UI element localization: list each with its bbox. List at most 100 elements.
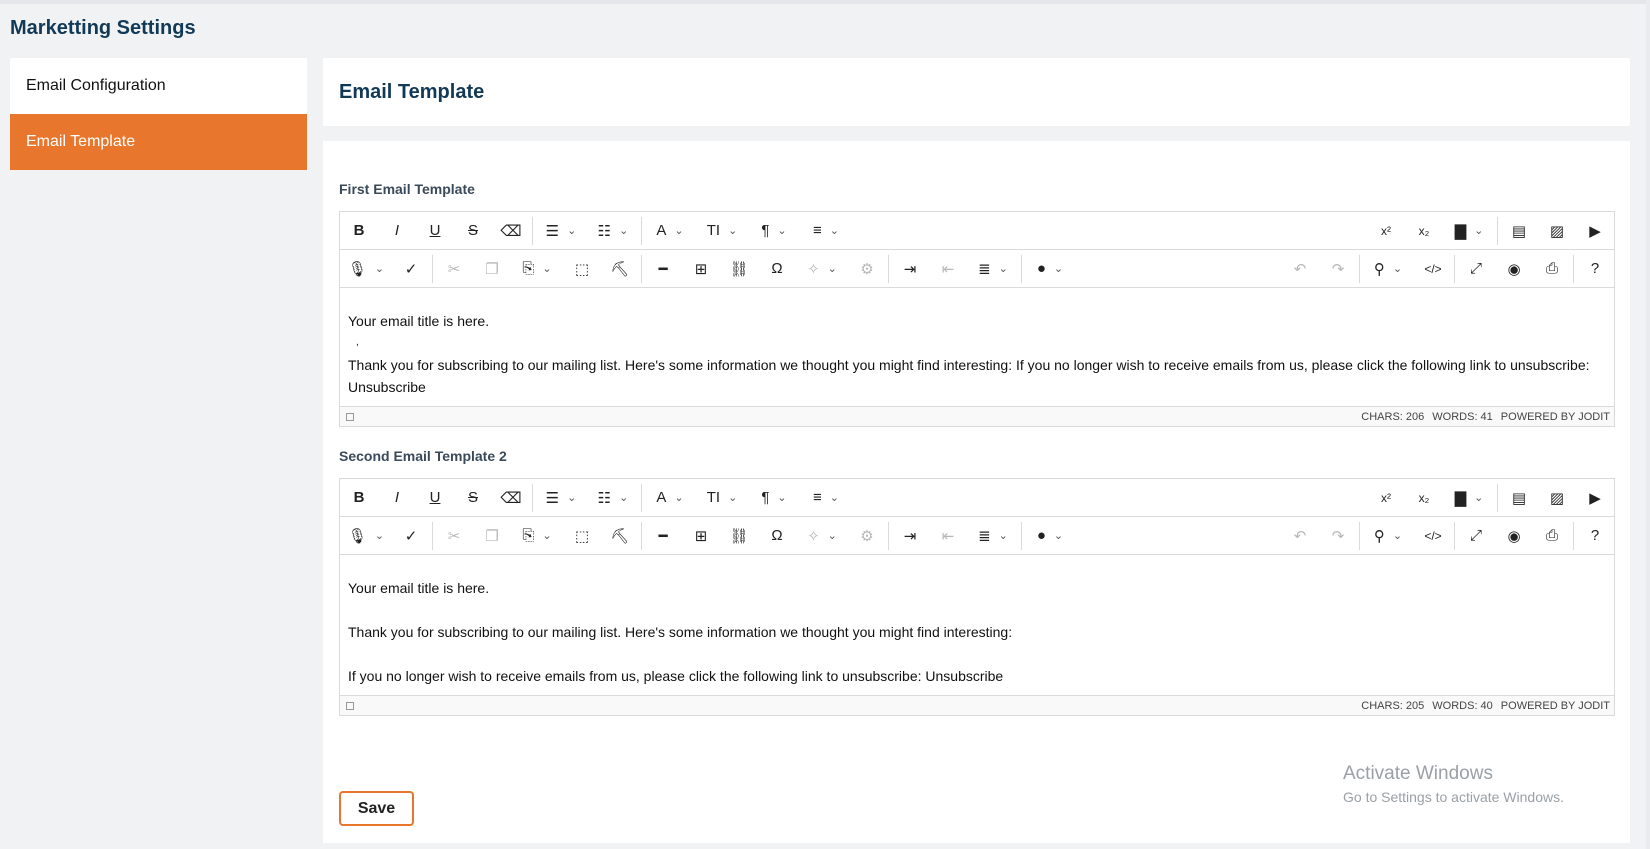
- video-button[interactable]: ▶: [1576, 481, 1614, 515]
- italic-button[interactable]: I: [378, 214, 416, 248]
- align-button[interactable]: ≣ ⌄: [967, 519, 1019, 553]
- horizontal-rule-button[interactable]: ━: [644, 519, 682, 553]
- microphone-icon: 🎙: [347, 260, 367, 278]
- paste-button[interactable]: ⎘ ⌄: [511, 519, 563, 553]
- outdent-button[interactable]: ⇤: [929, 519, 967, 553]
- italic-button[interactable]: I: [378, 481, 416, 515]
- help-button[interactable]: ?: [1576, 252, 1614, 286]
- preview-button[interactable]: ◉: [1495, 519, 1533, 553]
- outdent-button[interactable]: ⇤: [929, 252, 967, 286]
- file-button[interactable]: ▇ ⌄: [1443, 214, 1495, 248]
- powered-by-link[interactable]: POWERED BY JODIT: [1501, 700, 1610, 712]
- resize-grip-icon[interactable]: [346, 701, 354, 710]
- font-size-button[interactable]: TI ⌄: [696, 214, 748, 248]
- align-button[interactable]: ≣ ⌄: [967, 252, 1019, 286]
- special-char-button[interactable]: Ω: [758, 252, 796, 286]
- table-button[interactable]: ⊞: [682, 519, 720, 553]
- superscript-button[interactable]: x²: [1367, 214, 1405, 248]
- strikethrough-button[interactable]: S: [454, 214, 492, 248]
- editor-content[interactable]: Your email title is here., Thank you for …: [340, 288, 1614, 406]
- indent-button[interactable]: ⇥: [891, 252, 929, 286]
- select-all-button[interactable]: ⬚: [563, 519, 601, 553]
- line-height-button[interactable]: ≡ ⌄: [800, 214, 852, 248]
- watermark-line1: Activate Windows: [1343, 763, 1493, 784]
- powered-by-link[interactable]: POWERED BY JODIT: [1501, 411, 1610, 423]
- underline-button[interactable]: U: [416, 481, 454, 515]
- image-button[interactable]: ▨: [1538, 481, 1576, 515]
- redo-button[interactable]: ↷: [1319, 252, 1357, 286]
- preview-button[interactable]: ◉: [1495, 252, 1533, 286]
- numbered-list-button[interactable]: ☷ ⌄: [587, 481, 639, 515]
- ai-assistant-button[interactable]: ✧ ⌄: [796, 252, 848, 286]
- horizontal-rule-button[interactable]: ━: [644, 252, 682, 286]
- spellcheck-button[interactable]: ✓: [392, 519, 430, 553]
- fullscreen-button[interactable]: ⤢: [1457, 252, 1495, 286]
- chevron-down-icon: ⌄: [1474, 492, 1484, 504]
- paragraph-button[interactable]: ¶ ⌄: [748, 481, 800, 515]
- cut-button[interactable]: ✂: [435, 519, 473, 553]
- microphone-button[interactable]: 🎙 ⌄: [340, 519, 392, 553]
- table-button[interactable]: ⊞: [682, 252, 720, 286]
- ai-robot-button[interactable]: ⚙: [848, 519, 886, 553]
- select-all-button[interactable]: ⬚: [563, 252, 601, 286]
- copy-button[interactable]: ❐: [473, 519, 511, 553]
- line-height-button[interactable]: ≡ ⌄: [800, 481, 852, 515]
- color-button[interactable]: ● ⌄: [1024, 252, 1076, 286]
- superscript-button[interactable]: x²: [1367, 481, 1405, 515]
- indent-button[interactable]: ⇥: [891, 519, 929, 553]
- editor-content[interactable]: Your email title is here. Thank you for s…: [340, 555, 1614, 695]
- search-button[interactable]: ⚲ ⌄: [1362, 519, 1414, 553]
- copy-button[interactable]: ❐: [473, 252, 511, 286]
- source-code-button[interactable]: </>: [1414, 252, 1452, 286]
- numbered-list-button[interactable]: ☷ ⌄: [587, 214, 639, 248]
- bold-button[interactable]: B: [340, 214, 378, 248]
- font-size-button[interactable]: TI ⌄: [696, 481, 748, 515]
- subscript-button[interactable]: x₂: [1405, 481, 1443, 515]
- numbered-list-icon: ☷: [597, 489, 612, 507]
- font-button[interactable]: A ⌄: [644, 214, 696, 248]
- document-button[interactable]: ▤: [1500, 214, 1538, 248]
- bullet-list-button[interactable]: ☰ ⌄: [535, 214, 587, 248]
- strikethrough-button[interactable]: S: [454, 481, 492, 515]
- redo-button[interactable]: ↷: [1319, 519, 1357, 553]
- font-button[interactable]: A ⌄: [644, 481, 696, 515]
- source-code-button[interactable]: </>: [1414, 519, 1452, 553]
- underline-button[interactable]: U: [416, 214, 454, 248]
- save-button[interactable]: Save: [339, 791, 414, 826]
- sidebar-item-email-configuration[interactable]: Email Configuration: [10, 58, 307, 114]
- eraser-button[interactable]: ⌫: [492, 214, 530, 248]
- paragraph-button[interactable]: ¶ ⌄: [748, 214, 800, 248]
- microphone-button[interactable]: 🎙 ⌄: [340, 252, 392, 286]
- first-template-label: First Email Template: [339, 181, 475, 197]
- link-button[interactable]: ⛓: [720, 252, 758, 286]
- document-button[interactable]: ▤: [1500, 481, 1538, 515]
- ai-assistant-button[interactable]: ✧ ⌄: [796, 519, 848, 553]
- cut-button[interactable]: ✂: [435, 252, 473, 286]
- special-char-button[interactable]: Ω: [758, 519, 796, 553]
- line-height-icon: ≡: [813, 222, 822, 239]
- file-button[interactable]: ▇ ⌄: [1443, 481, 1495, 515]
- paste-button[interactable]: ⎘ ⌄: [511, 252, 563, 286]
- undo-button[interactable]: ↶: [1281, 252, 1319, 286]
- format-painter-button[interactable]: ⛏: [601, 519, 639, 553]
- bullet-list-button[interactable]: ☰ ⌄: [535, 481, 587, 515]
- page-scrollbar[interactable]: [1646, 0, 1650, 849]
- ai-robot-button[interactable]: ⚙: [848, 252, 886, 286]
- search-button[interactable]: ⚲ ⌄: [1362, 252, 1414, 286]
- sidebar-item-email-template[interactable]: Email Template: [10, 114, 307, 170]
- fullscreen-button[interactable]: ⤢: [1457, 519, 1495, 553]
- spellcheck-button[interactable]: ✓: [392, 252, 430, 286]
- subscript-button[interactable]: x₂: [1405, 214, 1443, 248]
- undo-button[interactable]: ↶: [1281, 519, 1319, 553]
- bold-button[interactable]: B: [340, 481, 378, 515]
- print-button[interactable]: ⎙: [1533, 252, 1571, 286]
- image-button[interactable]: ▨: [1538, 214, 1576, 248]
- print-button[interactable]: ⎙: [1533, 519, 1571, 553]
- video-button[interactable]: ▶: [1576, 214, 1614, 248]
- color-button[interactable]: ● ⌄: [1024, 519, 1076, 553]
- resize-grip-icon[interactable]: [346, 412, 354, 421]
- format-painter-button[interactable]: ⛏: [601, 252, 639, 286]
- link-button[interactable]: ⛓: [720, 519, 758, 553]
- help-button[interactable]: ?: [1576, 519, 1614, 553]
- eraser-button[interactable]: ⌫: [492, 481, 530, 515]
